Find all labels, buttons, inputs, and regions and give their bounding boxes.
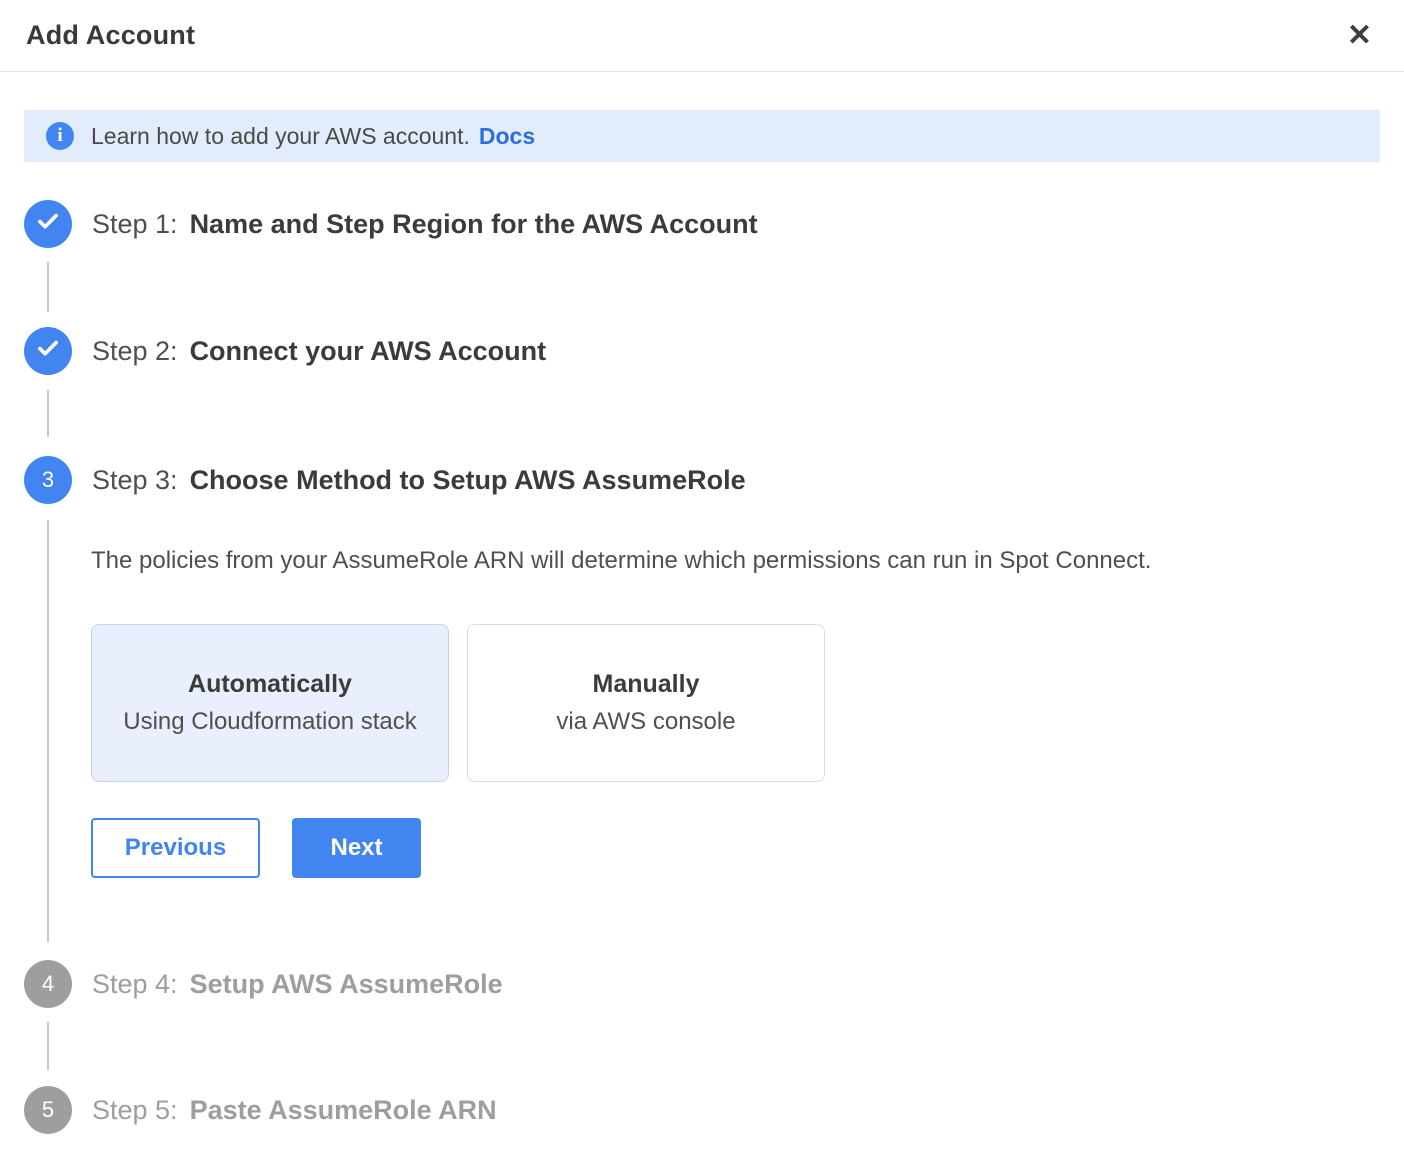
step-4-label: Step 4: Setup AWS AssumeRole [92,969,503,1000]
step-title: Setup AWS AssumeRole [190,969,503,999]
step-2-label: Step 2: Connect your AWS Account [92,336,546,367]
step-5-row[interactable]: 5 Step 5: Paste AssumeRole ARN [24,1086,1380,1134]
step-3-row[interactable]: 3 Step 3: Choose Method to Setup AWS Assu… [24,456,1380,504]
close-icon[interactable]: ✕ [1345,19,1374,53]
check-icon [35,335,61,367]
step-connector [47,390,49,437]
step-1-label: Step 1: Name and Step Region for the AWS … [92,209,758,240]
modal-header: Add Account ✕ [0,0,1404,72]
step-number: 4 [42,971,54,997]
method-card-manually[interactable]: Manually via AWS console [467,624,825,782]
step-1-row[interactable]: Step 1: Name and Step Region for the AWS … [24,200,1380,248]
check-icon [35,208,61,240]
wizard-steps: Step 1: Name and Step Region for the AWS … [24,200,1380,1134]
step-5-circle: 5 [24,1086,72,1134]
step-3-label: Step 3: Choose Method to Setup AWS Assume… [92,465,746,496]
docs-link[interactable]: Docs [479,123,535,150]
step-number: 5 [42,1097,54,1123]
banner-text: Learn how to add your AWS account. [91,123,470,150]
step-3-body: The policies from your AssumeRole ARN wi… [24,504,1380,942]
next-button[interactable]: Next [292,818,421,878]
info-icon: i [46,122,74,150]
step-3-content: The policies from your AssumeRole ARN wi… [91,504,1151,942]
step-number: 3 [42,467,54,493]
method-card-title: Automatically [188,670,352,699]
step-connector [47,1022,49,1070]
method-options: Automatically Using Cloudformation stack… [91,624,1151,782]
step-4-row[interactable]: 4 Step 4: Setup AWS AssumeRole [24,960,1380,1008]
modal-body: i Learn how to add your AWS account. Doc… [0,110,1404,1134]
step-connector [47,262,49,312]
step-title: Connect your AWS Account [190,336,547,366]
step-prefix: Step 5: [92,1095,178,1125]
step-3-circle: 3 [24,456,72,504]
step-3-description: The policies from your AssumeRole ARN wi… [91,544,1151,578]
step-title: Name and Step Region for the AWS Account [190,209,758,239]
step-prefix: Step 4: [92,969,178,999]
method-card-automatically[interactable]: Automatically Using Cloudformation stack [91,624,449,782]
step-prefix: Step 2: [92,336,178,366]
step-5-label: Step 5: Paste AssumeRole ARN [92,1095,497,1126]
method-card-subtitle: via AWS console [556,708,735,736]
method-card-subtitle: Using Cloudformation stack [123,708,416,736]
step-1-circle [24,200,72,248]
step-title: Paste AssumeRole ARN [190,1095,497,1125]
step-rail [24,504,72,942]
previous-button[interactable]: Previous [91,818,260,878]
step-prefix: Step 3: [92,465,178,495]
step-3-buttons: Previous Next [91,818,1151,878]
step-2-row[interactable]: Step 2: Connect your AWS Account [24,327,1380,375]
info-banner: i Learn how to add your AWS account. Doc… [24,110,1380,162]
step-title: Choose Method to Setup AWS AssumeRole [190,465,746,495]
step-4-circle: 4 [24,960,72,1008]
page-title: Add Account [26,20,195,51]
step-2-circle [24,327,72,375]
step-connector [47,520,49,942]
method-card-title: Manually [593,670,700,699]
step-prefix: Step 1: [92,209,178,239]
